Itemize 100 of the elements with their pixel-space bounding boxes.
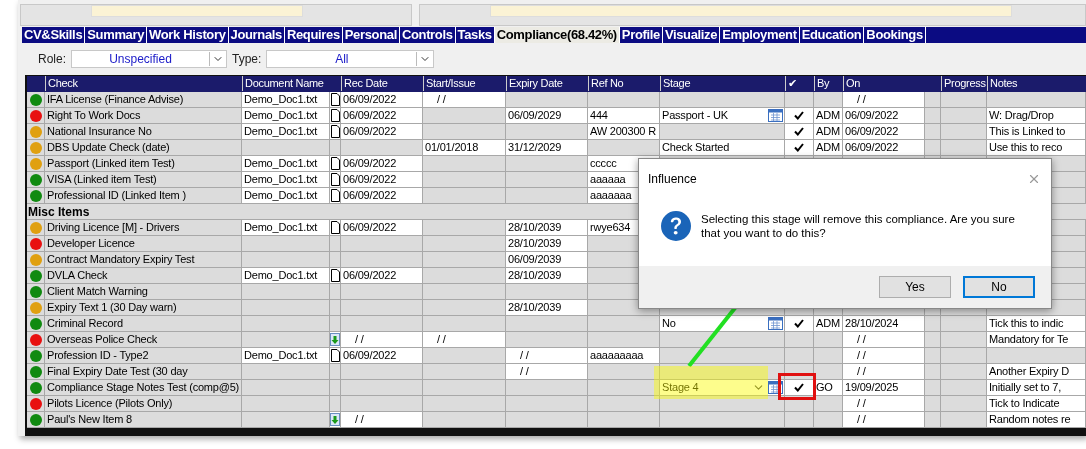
dialog-button[interactable]: No <box>963 276 1035 298</box>
tick-cell[interactable] <box>785 380 813 395</box>
table-cell: GO <box>814 380 842 395</box>
column-header[interactable]: Start/Issue <box>423 76 505 91</box>
table-cell: / / <box>843 364 924 379</box>
column-header[interactable]: Stage <box>660 76 784 91</box>
stage-dropdown[interactable]: Stage 4 <box>660 380 784 395</box>
calendar-icon[interactable] <box>768 109 783 122</box>
tab[interactable]: Controls <box>399 27 456 43</box>
column-header[interactable]: Rec Date <box>341 76 422 91</box>
table-cell: Compliance Stage Notes Test (comp@5) <box>45 380 241 395</box>
table-cell: VISA (Linked item Test) <box>45 172 241 187</box>
table-cell: Driving Licence [M] - Drivers <box>45 220 241 235</box>
table-cell: 28/10/2039 <box>506 268 587 283</box>
tick-cell[interactable] <box>785 140 813 155</box>
table-cell: 31/12/2029 <box>506 140 587 155</box>
table-cell: Random notes re <box>987 412 1085 427</box>
table-cell: DVLA Check <box>45 268 241 283</box>
table-cell: / / <box>843 92 924 107</box>
dialog-button[interactable]: Yes <box>879 276 951 298</box>
table-cell: National Insurance No <box>45 124 241 139</box>
tab[interactable]: Bookings <box>864 27 926 43</box>
column-header[interactable]: Document Name <box>242 76 340 91</box>
outline-marker <box>778 373 816 400</box>
table-cell: ADM <box>814 108 842 123</box>
tab[interactable]: Profile <box>619 27 663 43</box>
tab[interactable]: Summary <box>85 27 148 43</box>
download-icon[interactable] <box>330 332 340 347</box>
document-icon[interactable] <box>330 108 340 123</box>
table-cell: Criminal Record <box>45 316 241 331</box>
type-label: Type: <box>232 52 262 66</box>
document-icon[interactable] <box>330 188 340 203</box>
tick-cell[interactable] <box>785 108 813 123</box>
table-cell: Passport (Linked item Test) <box>45 156 241 171</box>
column-header[interactable]: By <box>814 76 842 91</box>
role-label: Role: <box>38 52 66 66</box>
table-cell: / / <box>341 412 422 427</box>
table-cell: / / <box>843 396 924 411</box>
tab[interactable]: Education <box>799 27 865 43</box>
table-cell: / / <box>341 332 422 347</box>
document-icon[interactable] <box>330 172 340 187</box>
table-cell: Use this to reco <box>987 140 1085 155</box>
table-cell: 28/10/2039 <box>506 300 587 315</box>
role-dropdown[interactable]: Unspecified <box>71 50 227 68</box>
column-header[interactable]: Ref No <box>588 76 659 91</box>
table-cell: Overseas Police Check <box>45 332 241 347</box>
close-icon[interactable] <box>1027 172 1041 186</box>
tick-cell[interactable] <box>785 332 813 347</box>
column-header[interactable]: Progress <box>941 76 986 91</box>
tick-cell[interactable] <box>785 348 813 363</box>
download-icon[interactable] <box>330 412 340 427</box>
column-header[interactable]: Expiry Date <box>506 76 587 91</box>
table-cell: / / <box>506 348 587 363</box>
column-header[interactable]: Check <box>45 76 241 91</box>
form-field[interactable] <box>91 5 303 17</box>
tab[interactable]: Visualize <box>662 27 721 43</box>
table-cell: aaaaaaaaa <box>588 348 659 363</box>
column-header[interactable]: Notes <box>987 76 1085 91</box>
table-cell: IFA License (Finance Advise) <box>45 92 241 107</box>
document-icon[interactable] <box>330 92 340 107</box>
column-header[interactable]: ✔ <box>785 76 813 91</box>
table-cell: ADM <box>814 124 842 139</box>
form-field[interactable] <box>489 5 1012 17</box>
table-cell: 06/09/2039 <box>506 252 587 267</box>
tab[interactable]: Personal <box>342 27 400 43</box>
table-cell: 01/01/2018 <box>423 140 505 155</box>
tick-cell[interactable] <box>785 412 813 427</box>
table-cell: Professional ID (Linked Item ) <box>45 188 241 203</box>
tab[interactable]: Journals <box>228 27 285 43</box>
table-cell: 06/09/2022 <box>843 108 924 123</box>
document-icon[interactable] <box>330 348 340 363</box>
tab[interactable]: Compliance(68.42%) <box>494 27 620 43</box>
tick-cell[interactable] <box>785 124 813 139</box>
column-header[interactable]: On <box>843 76 924 91</box>
table-cell: Final Expiry Date Test (30 day <box>45 364 241 379</box>
table-cell: 06/09/2022 <box>843 124 924 139</box>
table-cell: 28/10/2024 <box>843 316 924 331</box>
table-cell: Expiry Text 1 (30 Day warn) <box>45 300 241 315</box>
calendar-icon[interactable] <box>768 317 783 330</box>
question-icon <box>661 210 691 241</box>
tick-cell[interactable] <box>785 316 813 331</box>
document-icon[interactable] <box>330 268 340 283</box>
checkmark-icon <box>794 383 804 392</box>
table-cell: Tick to Indicate <box>987 396 1085 411</box>
tab[interactable]: Work History <box>147 27 229 43</box>
table-cell: Pilots Licence (Pilots Only) <box>45 396 241 411</box>
tab[interactable]: Tasks <box>455 27 495 43</box>
table-cell: 19/09/2025 <box>843 380 924 395</box>
tick-cell[interactable] <box>785 92 813 107</box>
table-cell: Client Match Warning <box>45 284 241 299</box>
dialog-message: Selecting this stage will remove this compliance. Are you sure that you want to do this? <box>701 211 1016 240</box>
document-icon[interactable] <box>330 220 340 235</box>
document-icon[interactable] <box>330 156 340 171</box>
table-cell: ADM <box>814 316 842 331</box>
tab[interactable]: Requires <box>284 27 343 43</box>
tab[interactable]: Employment <box>720 27 800 43</box>
document-icon[interactable] <box>330 124 340 139</box>
table-cell: No <box>660 316 784 331</box>
type-dropdown[interactable]: All <box>266 50 435 68</box>
tab[interactable]: CV&Skills <box>22 27 86 43</box>
